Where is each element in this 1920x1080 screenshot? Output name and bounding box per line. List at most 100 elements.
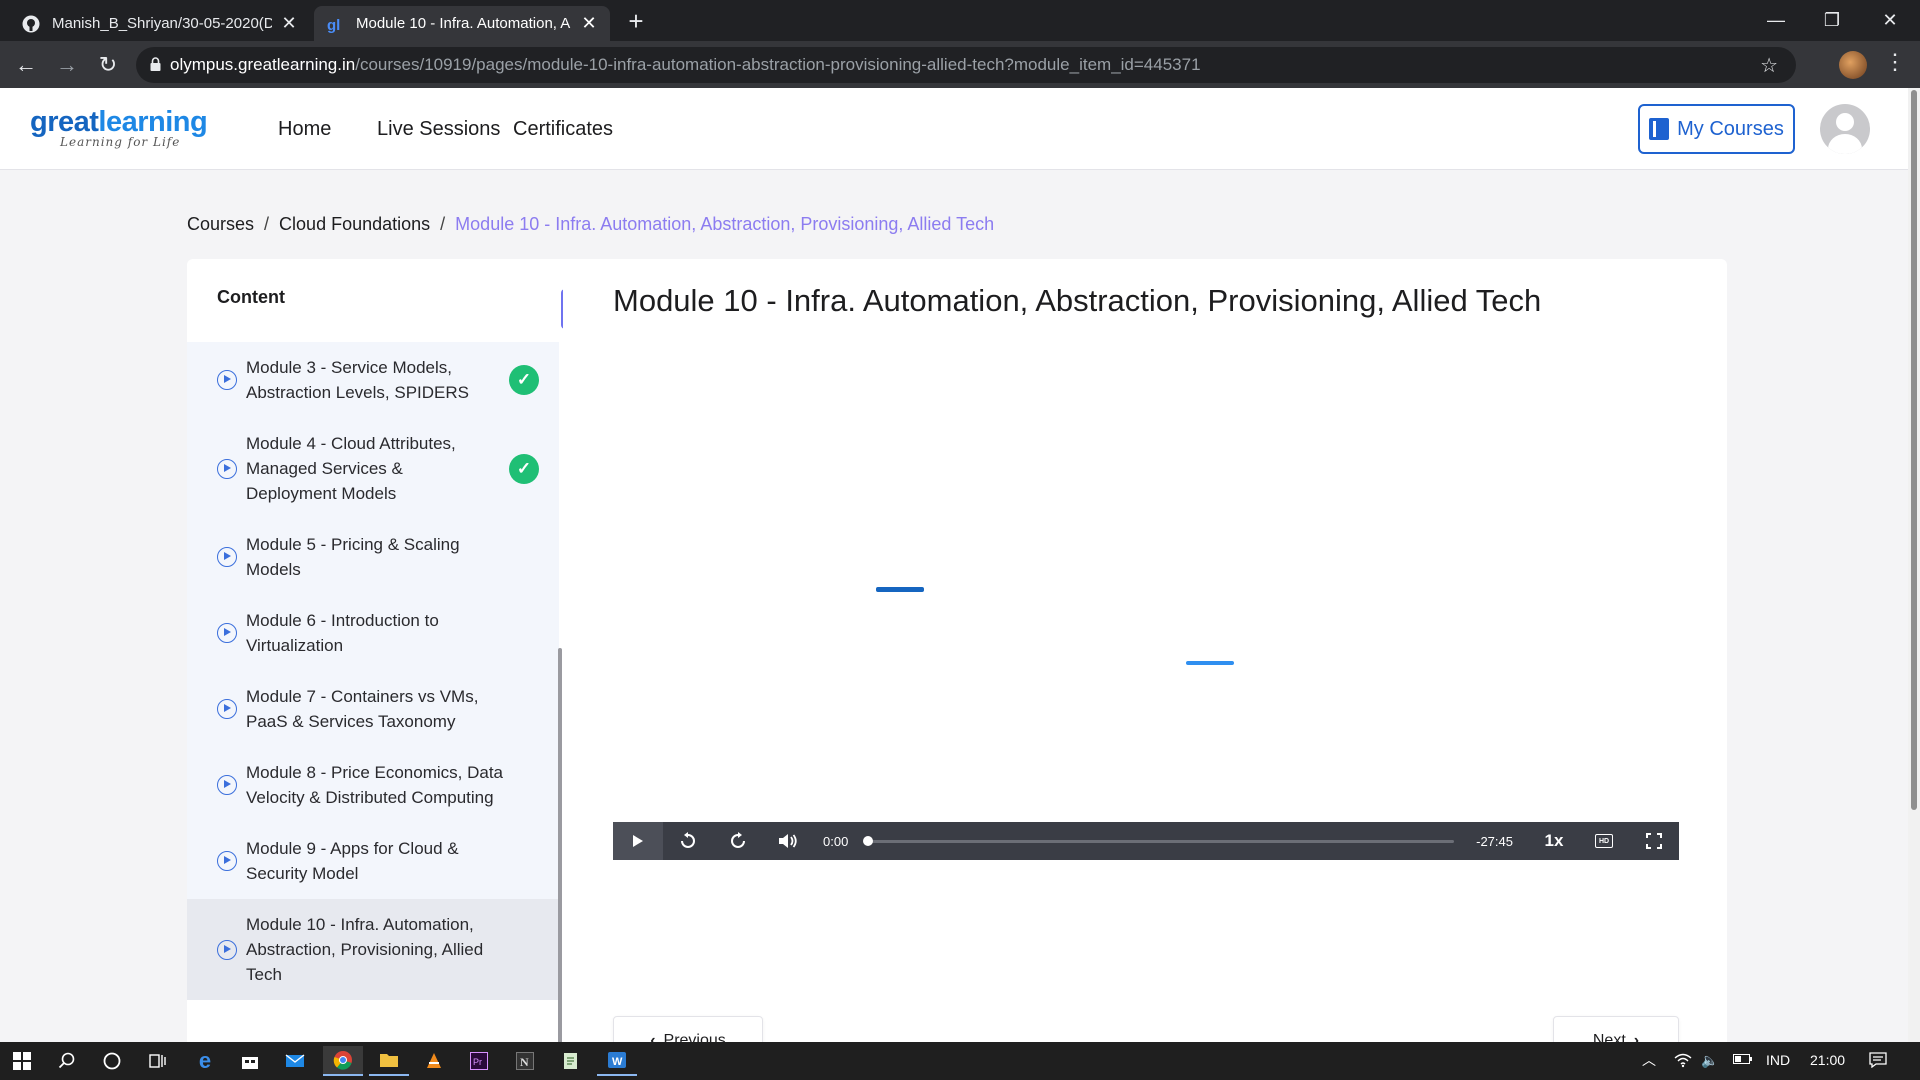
fullscreen-icon xyxy=(1646,833,1662,849)
previous-label: Previous xyxy=(663,1032,726,1042)
volume-icon xyxy=(779,834,797,848)
volume-button[interactable] xyxy=(763,822,813,860)
close-tab-icon[interactable]: ✕ xyxy=(580,13,598,34)
search-icon[interactable] xyxy=(47,1046,87,1076)
start-button[interactable] xyxy=(2,1046,42,1076)
url-host: olympus.greatlearning.in xyxy=(170,55,356,74)
restore-window-icon[interactable]: ❐ xyxy=(1804,4,1860,36)
breadcrumb-cloud-foundations[interactable]: Cloud Foundations xyxy=(279,214,430,234)
lock-icon xyxy=(150,56,170,74)
next-button[interactable]: Next › xyxy=(1553,1016,1679,1042)
svg-text:W: W xyxy=(612,1056,623,1068)
reload-icon[interactable]: ↻ xyxy=(92,49,124,81)
input-language[interactable]: IND xyxy=(1766,1052,1790,1068)
video-player-controls: 0:00 -27:45 1x HD xyxy=(613,822,1679,860)
close-window-icon[interactable]: ✕ xyxy=(1862,4,1918,36)
store-icon[interactable] xyxy=(230,1046,270,1076)
back-arrow-icon[interactable]: ← xyxy=(10,49,42,81)
module-item-5[interactable]: Module 5 - Pricing & Scaling Models xyxy=(187,519,559,595)
current-time: 0:00 xyxy=(823,833,849,849)
seek-handle[interactable] xyxy=(863,836,873,846)
sidebar-scrollbar[interactable] xyxy=(558,648,562,1042)
play-button[interactable] xyxy=(613,822,663,860)
module-item-4[interactable]: Module 4 - Cloud Attributes, Managed Ser… xyxy=(187,418,559,519)
browser-tab-github[interactable]: Manish_B_Shriyan/30-05-2020(D ✕ xyxy=(10,6,310,41)
module-item-3[interactable]: Module 3 - Service Models, Abstraction L… xyxy=(187,342,559,418)
nav-certificates[interactable]: Certificates xyxy=(513,118,613,141)
breadcrumb: Courses / Cloud Foundations / Module 10 - In… xyxy=(187,214,994,235)
module-item-9[interactable]: Module 9 - Apps for Cloud & Security Mod… xyxy=(187,823,559,899)
content-sidebar: Content Module 3 - Service Models, Abstr… xyxy=(187,259,563,1042)
my-courses-button[interactable]: My Courses xyxy=(1638,104,1795,154)
vlc-icon[interactable] xyxy=(414,1046,454,1076)
breadcrumb-separator: / xyxy=(440,214,446,234)
module-item-7[interactable]: Module 7 - Containers vs VMs, PaaS & Ser… xyxy=(187,671,559,747)
page-scrollbar[interactable] xyxy=(1908,88,1920,1042)
my-courses-label: My Courses xyxy=(1677,117,1784,140)
hd-icon: HD xyxy=(1595,834,1613,848)
previous-button[interactable]: ‹ Previous xyxy=(613,1016,763,1042)
wifi-icon[interactable] xyxy=(1674,1052,1692,1071)
svg-text:gl: gl xyxy=(327,17,340,33)
windows-taskbar: e Pr N W ︿ 🔈 IND 21:00 xyxy=(0,1042,1920,1080)
completed-check-icon: ✓ xyxy=(509,453,539,484)
play-circle-icon xyxy=(217,699,237,719)
module-label: Module 3 - Service Models, Abstraction L… xyxy=(246,358,469,402)
premiere-pro-icon[interactable]: Pr xyxy=(459,1046,499,1076)
github-icon xyxy=(22,15,40,33)
bookmark-star-icon[interactable]: ☆ xyxy=(1760,53,1778,78)
file-explorer-icon[interactable] xyxy=(369,1046,409,1076)
battery-icon[interactable] xyxy=(1733,1052,1753,1068)
close-tab-icon[interactable]: ✕ xyxy=(280,13,298,34)
book-icon xyxy=(1649,118,1670,140)
module-item-6[interactable]: Module 6 - Introduction to Virtualizatio… xyxy=(187,595,559,671)
next-label: Next xyxy=(1592,1032,1626,1042)
completed-check-icon: ✓ xyxy=(509,365,539,395)
fullscreen-button[interactable] xyxy=(1629,822,1679,860)
rewind-button[interactable] xyxy=(663,822,713,860)
module-label: Module 8 - Price Economics, Data Velocit… xyxy=(246,763,503,807)
breadcrumb-courses[interactable]: Courses xyxy=(187,214,254,234)
module-item-10[interactable]: Module 10 - Infra. Automation, Abstracti… xyxy=(187,899,559,1000)
seek-bar[interactable] xyxy=(863,836,1455,846)
loading-indicator xyxy=(1186,661,1234,665)
greatlearning-logo[interactable]: greatlearning Learning for Life xyxy=(30,106,208,149)
word-icon[interactable]: W xyxy=(597,1046,637,1076)
play-circle-icon xyxy=(217,939,237,960)
tab-title: Module 10 - Infra. Automation, A xyxy=(356,15,571,32)
page-scrollbar-thumb[interactable] xyxy=(1911,90,1917,810)
chrome-icon[interactable] xyxy=(323,1046,363,1076)
mail-icon[interactable] xyxy=(275,1046,315,1076)
playback-rate-button[interactable]: 1x xyxy=(1529,831,1579,851)
browser-tab-module-10[interactable]: gl Module 10 - Infra. Automation, A ✕ xyxy=(314,6,610,41)
browser-menu-icon[interactable]: ⋮ xyxy=(1884,49,1906,75)
minimize-window-icon[interactable]: — xyxy=(1748,4,1804,36)
browser-toolbar: ← → ↻ olympus.greatlearning.in/courses/1… xyxy=(0,41,1920,88)
logo-text-great: great xyxy=(30,106,99,138)
speaker-icon[interactable]: 🔈 xyxy=(1701,1052,1718,1069)
notifications-icon[interactable] xyxy=(1869,1052,1887,1071)
cortana-icon[interactable] xyxy=(92,1046,132,1076)
forward-arrow-icon[interactable]: → xyxy=(51,49,83,81)
notion-icon[interactable]: N xyxy=(505,1046,545,1076)
browser-profile-avatar[interactable] xyxy=(1839,51,1867,79)
quality-button[interactable]: HD xyxy=(1579,822,1629,860)
nav-live-sessions[interactable]: Live Sessions xyxy=(377,118,500,141)
chevron-up-icon[interactable]: ︿ xyxy=(1642,1050,1656,1070)
user-avatar[interactable] xyxy=(1820,104,1870,154)
page-title: Module 10 - Infra. Automation, Abstracti… xyxy=(613,283,1542,318)
play-circle-icon xyxy=(217,547,237,567)
clock[interactable]: 21:00 xyxy=(1810,1052,1845,1068)
nav-home[interactable]: Home xyxy=(278,118,331,141)
address-bar[interactable]: olympus.greatlearning.in/courses/10919/p… xyxy=(136,47,1796,83)
fast-forward-icon xyxy=(731,832,745,848)
module-item-8[interactable]: Module 8 - Price Economics, Data Velocit… xyxy=(187,747,559,823)
new-tab-button[interactable]: + xyxy=(622,8,650,34)
notepad-icon[interactable] xyxy=(551,1046,591,1076)
module-label: Module 10 - Infra. Automation, Abstracti… xyxy=(246,915,484,984)
breadcrumb-current: Module 10 - Infra. Automation, Abstracti… xyxy=(455,214,995,234)
task-view-icon[interactable] xyxy=(137,1046,177,1076)
forward-button[interactable] xyxy=(713,822,763,860)
edge-browser-icon[interactable]: e xyxy=(185,1046,225,1076)
loading-indicator xyxy=(876,587,924,592)
